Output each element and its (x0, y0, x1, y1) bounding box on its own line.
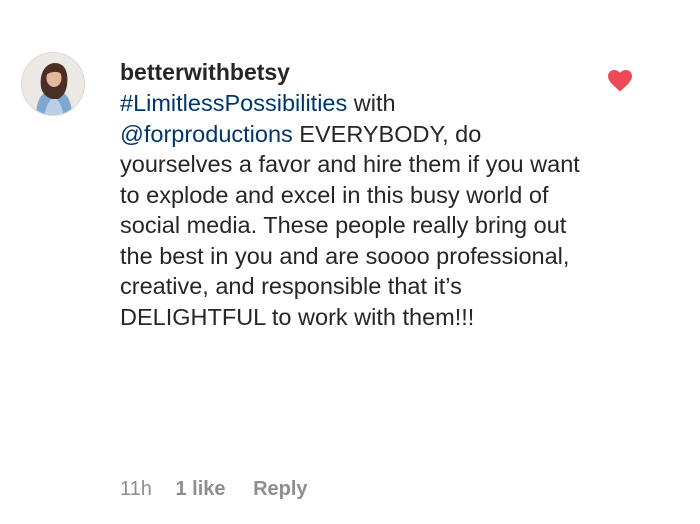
comment-text-connector: with (347, 90, 396, 116)
like-heart-icon[interactable] (608, 70, 632, 92)
heart-shape (608, 70, 632, 92)
comment-body: betterwithbetsy #LimitlessPossibilities … (120, 56, 600, 332)
comment-likes-count[interactable]: 1 like (175, 474, 225, 504)
mention-link[interactable]: @forproductions (120, 121, 293, 147)
comment: betterwithbetsy #LimitlessPossibilities … (0, 0, 700, 524)
comment-text-body: EVERYBODY, do yourselves a favor and hir… (120, 120, 580, 330)
avatar[interactable] (21, 52, 85, 116)
avatar-image (22, 53, 84, 115)
comment-meta: 11h 1 like Reply (120, 474, 308, 504)
comment-text: #LimitlessPossibilities with @forproducti… (120, 88, 600, 332)
comment-timestamp: 11h (120, 478, 152, 500)
reply-button[interactable]: Reply (253, 474, 307, 504)
hashtag-link[interactable]: #LimitlessPossibilities (120, 90, 347, 116)
comment-username[interactable]: betterwithbetsy (120, 56, 600, 88)
